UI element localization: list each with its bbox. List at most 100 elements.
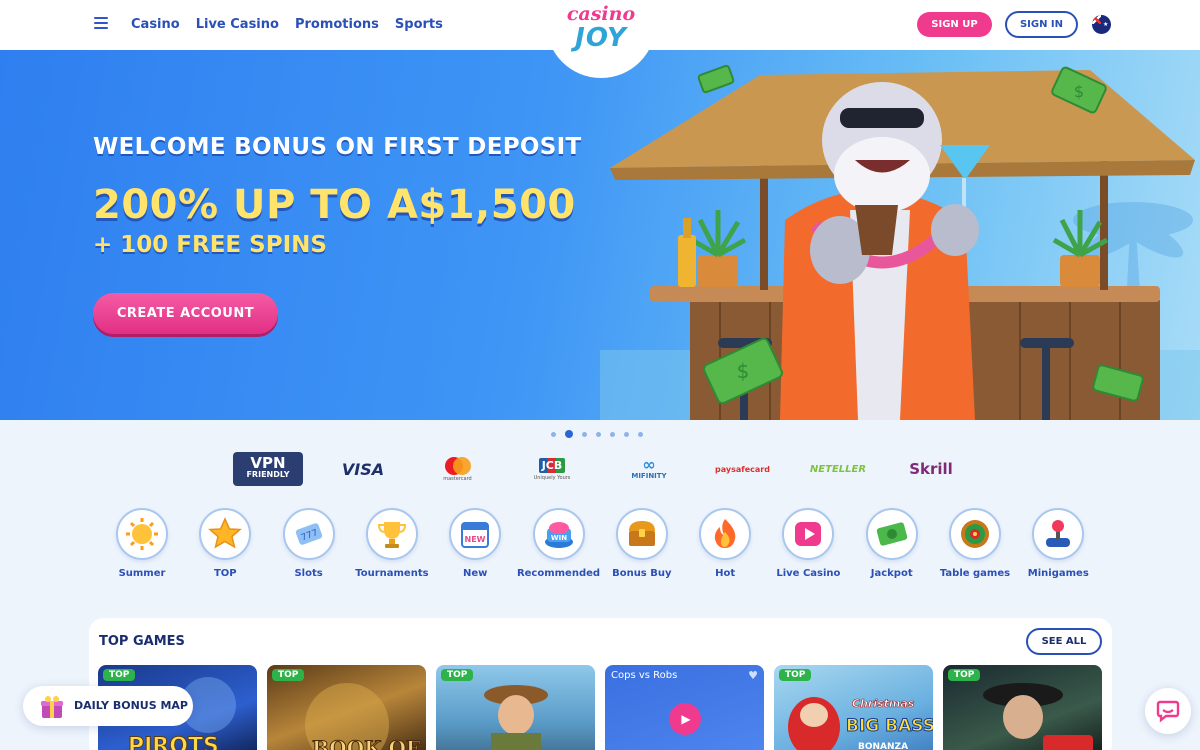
play-icon: ▶ xyxy=(681,712,691,726)
category-recommended[interactable]: WIN Recommended xyxy=(517,508,601,579)
game-card-bandit[interactable]: TOP xyxy=(943,665,1102,750)
main-nav: Casino Live Casino Promotions Sports xyxy=(131,17,443,32)
book-of-title-art: BOOK OF xyxy=(312,736,420,750)
treasure-chest-icon xyxy=(628,521,655,546)
category-icon-circle: NEW xyxy=(449,508,502,560)
australia-flag-icon[interactable] xyxy=(1092,15,1111,34)
hero-free-spins: + 100 FREE SPINS xyxy=(93,232,327,258)
carousel-dot[interactable] xyxy=(638,431,643,437)
logo-text-joy: JOY xyxy=(575,23,627,53)
category-icon-circle xyxy=(865,508,918,560)
category-label: Hot xyxy=(715,568,736,579)
gift-icon xyxy=(41,696,63,718)
hero-banner[interactable]: $ $ WELCOME BONUS ON FIRST DEPOSIT 200% … xyxy=(0,50,1200,420)
cash-icon xyxy=(876,522,907,546)
category-label: New xyxy=(462,568,488,579)
category-label: Jackpot xyxy=(870,568,913,579)
category-icon-circle xyxy=(949,508,1001,560)
mifinity-text: MIFINITY xyxy=(631,472,667,480)
star-icon xyxy=(208,517,243,549)
skrill-logo: Skrill xyxy=(909,460,953,478)
hero-subtitle: WELCOME BONUS ON FIRST DEPOSIT xyxy=(93,134,582,160)
menu-icon[interactable] xyxy=(94,17,108,29)
visa-logo: VISA xyxy=(341,459,385,479)
vpn-friendly-badge: VPN FRIENDLY xyxy=(233,452,303,486)
category-live-casino[interactable]: Live Casino xyxy=(766,508,850,579)
live-chat-button[interactable] xyxy=(1145,688,1191,734)
category-hot[interactable]: Hot xyxy=(683,508,767,579)
game-card-big-bass-fisherman[interactable]: TOP xyxy=(436,665,595,750)
top-games-section: TOP GAMES SEE ALL PIROTS TOP BOOK OF TOP… xyxy=(89,618,1112,750)
carousel-dot[interactable] xyxy=(565,430,573,438)
roulette-icon xyxy=(961,520,989,548)
top-badge: TOP xyxy=(103,669,136,681)
category-icon-circle xyxy=(116,508,168,560)
category-slots[interactable]: 777 Slots xyxy=(267,508,351,579)
category-top[interactable]: TOP xyxy=(183,508,267,579)
paysafecard-logo: paysafecard xyxy=(715,464,770,474)
win-button-icon: WIN xyxy=(544,522,573,548)
trophy-icon xyxy=(377,522,406,548)
hero-bonus-amount: 200% UP TO A$1,500 xyxy=(93,182,576,228)
neteller-logo: NETELLER xyxy=(809,463,867,475)
carousel-dot[interactable] xyxy=(551,431,556,437)
category-label: Table games xyxy=(939,568,1011,579)
bonanza-title-art: BONANZA xyxy=(858,742,908,750)
category-summer[interactable]: Summer xyxy=(100,508,184,579)
sign-in-button[interactable]: SIGN IN xyxy=(1005,11,1078,38)
category-icon-circle xyxy=(699,508,752,560)
svg-text:WIN: WIN xyxy=(550,534,566,542)
carousel-dot[interactable] xyxy=(610,431,615,437)
top-games-title: TOP GAMES xyxy=(99,634,185,649)
logo-text-casino: casino xyxy=(566,3,636,25)
heart-icon[interactable]: ♥ xyxy=(748,669,758,682)
carousel-dot[interactable] xyxy=(596,431,601,437)
big-bass-title-art: BIG BASS xyxy=(846,716,933,736)
top-badge: TOP xyxy=(779,669,812,681)
daily-bonus-map-button[interactable]: DAILY BONUS MAP xyxy=(23,686,193,726)
category-bonus-buy[interactable]: Bonus Buy xyxy=(600,508,684,579)
mastercard-logo: mastercard xyxy=(435,450,480,488)
category-label: Tournaments xyxy=(355,568,429,579)
category-table-games[interactable]: Table games xyxy=(933,508,1017,579)
chat-bubble-icon xyxy=(1156,700,1180,723)
top-badge: TOP xyxy=(948,669,981,681)
category-icon-circle xyxy=(782,508,835,560)
game-title-cops-vs-robs: Cops vs Robs xyxy=(611,670,678,681)
carousel-dot[interactable] xyxy=(582,431,587,437)
carousel-dot[interactable] xyxy=(624,431,629,437)
category-jackpot[interactable]: Jackpot xyxy=(850,508,934,579)
category-tournaments[interactable]: Tournaments xyxy=(350,508,434,579)
sign-up-button[interactable]: SIGN UP xyxy=(917,12,992,37)
see-all-button[interactable]: SEE ALL xyxy=(1026,628,1102,655)
svg-text:NEW: NEW xyxy=(465,535,486,544)
category-minigames[interactable]: Minigames xyxy=(1016,508,1100,579)
category-new[interactable]: NEW New xyxy=(433,508,517,579)
vpn-friendly-text: FRIENDLY xyxy=(246,470,290,479)
new-calendar-icon: NEW xyxy=(461,522,490,548)
pirots-title-art: PIROTS xyxy=(128,734,219,750)
nav-live-casino[interactable]: Live Casino xyxy=(196,17,279,32)
play-button[interactable]: ▶ xyxy=(669,703,701,735)
svg-text:$: $ xyxy=(1074,82,1084,101)
game-categories: Summer TOP 777 Slots Tournaments NEW New WIN Rec… xyxy=(100,508,1100,588)
category-icon-circle xyxy=(199,508,252,560)
nav-promotions[interactable]: Promotions xyxy=(295,17,379,32)
beach-bar-mascot-illustration: $ $ xyxy=(600,64,1200,420)
create-account-button[interactable]: CREATE ACCOUNT xyxy=(93,293,278,334)
category-icon-circle xyxy=(365,508,418,560)
game-card-book-of[interactable]: BOOK OF TOP xyxy=(267,665,426,750)
ticket-icon: 777 xyxy=(295,523,322,545)
category-icon-circle: WIN xyxy=(532,508,585,560)
play-icon xyxy=(795,522,822,546)
payment-methods: VPN FRIENDLY VISA mastercard JCB Uniquel… xyxy=(230,450,970,488)
nav-sports[interactable]: Sports xyxy=(395,17,443,32)
category-icon-circle xyxy=(1032,508,1085,560)
infinity-icon: ∞ xyxy=(642,455,656,474)
mifinity-logo: ∞ MIFINITY xyxy=(624,450,674,488)
game-card-cops-vs-robs[interactable]: Cops vs Robs ♥ ▶ xyxy=(605,665,764,750)
nav-casino[interactable]: Casino xyxy=(131,17,180,32)
game-card-christmas-big-bass-bonanza[interactable]: Christmas BIG BASS BONANZA TOP xyxy=(774,665,933,750)
category-label: Live Casino xyxy=(776,568,841,579)
top-badge: TOP xyxy=(272,669,305,681)
